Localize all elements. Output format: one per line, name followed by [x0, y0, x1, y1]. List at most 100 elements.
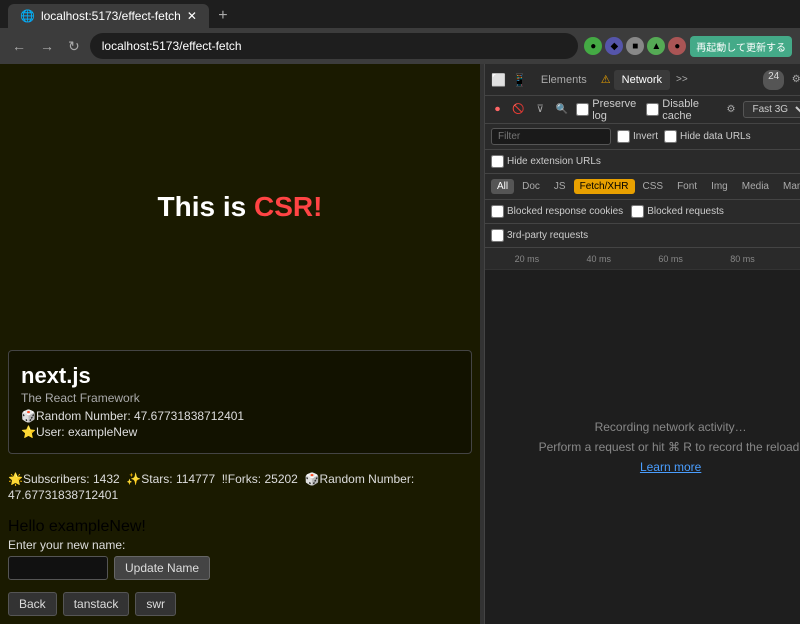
disable-cache-label[interactable]: Disable cache — [646, 98, 718, 122]
swr-link-btn[interactable]: swr — [135, 592, 176, 616]
hello-text: Hello exampleNew! — [8, 518, 472, 536]
info-random-value: 47.67731838712401 — [8, 488, 472, 502]
name-input[interactable] — [8, 556, 108, 580]
card-title: next.js — [21, 363, 459, 389]
csr-section: This is CSR! — [0, 64, 480, 350]
ext-icon-3[interactable]: ■ — [626, 37, 644, 55]
devtools-inspect-icon[interactable]: ⬜ — [491, 73, 506, 87]
blocked-response-label[interactable]: Blocked response cookies — [491, 205, 623, 218]
type-btn-fetch[interactable]: Fetch/XHR — [574, 179, 635, 194]
browser-chrome: 🌐 localhost:5173/effect-fetch ✕ + ← → ↻ … — [0, 0, 800, 64]
ext-icon-4[interactable]: ▲ — [647, 37, 665, 55]
type-btn-font[interactable]: Font — [671, 179, 703, 194]
webpage: This is CSR! next.js The React Framework… — [0, 64, 480, 624]
type-btn-img[interactable]: Img — [705, 179, 734, 194]
new-tab-btn[interactable]: + — [211, 4, 235, 28]
ext-icon-2[interactable]: ◆ — [605, 37, 623, 55]
ext-icon-1[interactable]: ● — [584, 37, 602, 55]
throttle-select[interactable]: Fast 3G — [743, 101, 800, 118]
preserve-log-label[interactable]: Preserve log — [576, 98, 642, 122]
type-filter-bar: All Doc JS Fetch/XHR CSS Font Img Media … — [485, 174, 800, 200]
active-tab[interactable]: 🌐 localhost:5173/effect-fetch ✕ — [8, 4, 209, 28]
hide-data-urls-label[interactable]: Hide data URLs — [664, 130, 751, 143]
filter-input[interactable] — [491, 128, 611, 145]
back-link-btn[interactable]: Back — [8, 592, 57, 616]
tab-network[interactable]: Network — [614, 70, 670, 90]
reload-button[interactable]: ↻ — [64, 36, 84, 57]
forward-button[interactable]: → — [36, 36, 58, 56]
network-filter-bar: Invert Hide data URLs — [485, 124, 800, 150]
network-tab-container: ⚠ Network — [601, 70, 670, 90]
tick-1: 20 ms — [491, 254, 563, 264]
type-btn-manifest[interactable]: Manifest — [777, 179, 800, 194]
info-subscribers: 🌟Subscribers: 1432 ✨Stars: 114777 ‼Forks… — [8, 472, 472, 486]
nav-links: Back tanstack swr — [0, 588, 480, 624]
csr-heading: This is CSR! — [158, 191, 323, 223]
nextjs-card: next.js The React Framework 🎲Random Numb… — [8, 350, 472, 454]
tab-bar: 🌐 localhost:5173/effect-fetch ✕ + — [0, 0, 800, 28]
empty-line1: Recording network activity… — [595, 420, 747, 434]
type-btn-media[interactable]: Media — [736, 179, 775, 194]
type-btn-css[interactable]: CSS — [637, 179, 670, 194]
ext-icon-5[interactable]: ● — [668, 37, 686, 55]
checkbox-bar: Blocked response cookies Blocked request… — [485, 200, 800, 224]
network-toolbar: ⏺ 🚫 ⊽ 🔍 Preserve log Disable cache ⚙ Fas… — [485, 96, 800, 124]
type-btn-js[interactable]: JS — [548, 179, 572, 194]
preserve-log-checkbox[interactable] — [576, 103, 589, 116]
input-row: Update Name — [8, 556, 472, 580]
invert-checkbox[interactable] — [617, 130, 630, 143]
third-party-label[interactable]: 3rd-party requests — [491, 229, 588, 242]
tab-favicon: 🌐 — [20, 9, 35, 23]
search-btn[interactable]: 🔍 — [552, 102, 572, 117]
empty-line2: Perform a request or hit ⌘ R to record t… — [539, 440, 800, 454]
input-section: Hello exampleNew! Enter your new name: U… — [0, 512, 480, 588]
tab-title: localhost:5173/effect-fetch — [41, 9, 181, 23]
settings-btn[interactable]: ⚙ — [723, 102, 740, 117]
browser-action-icons: ● ◆ ■ ▲ ● 再起動して更新する — [584, 36, 792, 57]
address-bar[interactable] — [90, 33, 579, 59]
network-empty-state: Recording network activity… Perform a re… — [485, 270, 800, 624]
devtools-panel: ⬜ 📱 Elements ⚠ Network >> 24 ⚙ ⋮ ✕ ⏺ 🚫 ⊽… — [484, 64, 800, 624]
devtools-settings-icon[interactable]: ⚙ — [786, 70, 800, 90]
network-warning-icon: ⚠ — [601, 73, 611, 86]
disable-cache-checkbox[interactable] — [646, 103, 659, 116]
extensions-area: ● ◆ ■ ▲ ● — [584, 37, 686, 55]
hide-ext-checkbox[interactable] — [491, 155, 504, 168]
learn-more-link[interactable]: Learn more — [640, 460, 701, 474]
third-party-bar: 3rd-party requests — [485, 224, 800, 248]
card-subtitle: The React Framework — [21, 391, 459, 405]
card-random: 🎲Random Number: 47.67731838712401 — [21, 409, 459, 423]
tab-elements[interactable]: Elements — [533, 70, 595, 90]
type-btn-doc[interactable]: Doc — [516, 179, 546, 194]
input-label: Enter your new name: — [8, 538, 472, 552]
timeline-bar: 20 ms 40 ms 60 ms 80 ms 100 ms — [485, 248, 800, 270]
hide-data-urls-checkbox[interactable] — [664, 130, 677, 143]
devtools-device-icon[interactable]: 📱 — [512, 73, 527, 87]
info-section: 🌟Subscribers: 1432 ✨Stars: 114777 ‼Forks… — [0, 462, 480, 512]
hide-ext-bar: Hide extension URLs — [485, 150, 800, 174]
record-btn[interactable]: ⏺ — [491, 102, 504, 117]
more-tabs-icon[interactable]: >> — [676, 74, 688, 85]
third-party-checkbox[interactable] — [491, 229, 504, 242]
blocked-requests-checkbox[interactable] — [631, 205, 644, 218]
tanstack-link-btn[interactable]: tanstack — [63, 592, 130, 616]
update-name-button[interactable]: Update Name — [114, 556, 210, 580]
hide-ext-label[interactable]: Hide extension URLs — [491, 155, 601, 168]
devtools-top-bar: ⬜ 📱 Elements ⚠ Network >> 24 ⚙ ⋮ ✕ — [485, 64, 800, 96]
back-button[interactable]: ← — [8, 36, 30, 56]
main-area: This is CSR! next.js The React Framework… — [0, 64, 800, 624]
tick-2: 40 ms — [563, 254, 635, 264]
tick-5: 100 ms — [778, 254, 800, 264]
tick-3: 60 ms — [635, 254, 707, 264]
blocked-requests-label[interactable]: Blocked requests — [631, 205, 724, 218]
tick-4: 80 ms — [707, 254, 779, 264]
card-user: ⭐User: exampleNew — [21, 425, 459, 439]
clear-btn[interactable]: 🚫 — [508, 102, 528, 117]
invert-label[interactable]: Invert — [617, 130, 658, 143]
nav-bar: ← → ↻ ● ◆ ■ ▲ ● 再起動して更新する — [0, 28, 800, 64]
blocked-response-checkbox[interactable] — [491, 205, 504, 218]
filter-icon-btn[interactable]: ⊽ — [532, 102, 547, 117]
type-btn-all[interactable]: All — [491, 179, 514, 194]
tab-close-icon[interactable]: ✕ — [187, 9, 197, 23]
reload-update-btn[interactable]: 再起動して更新する — [690, 36, 792, 57]
